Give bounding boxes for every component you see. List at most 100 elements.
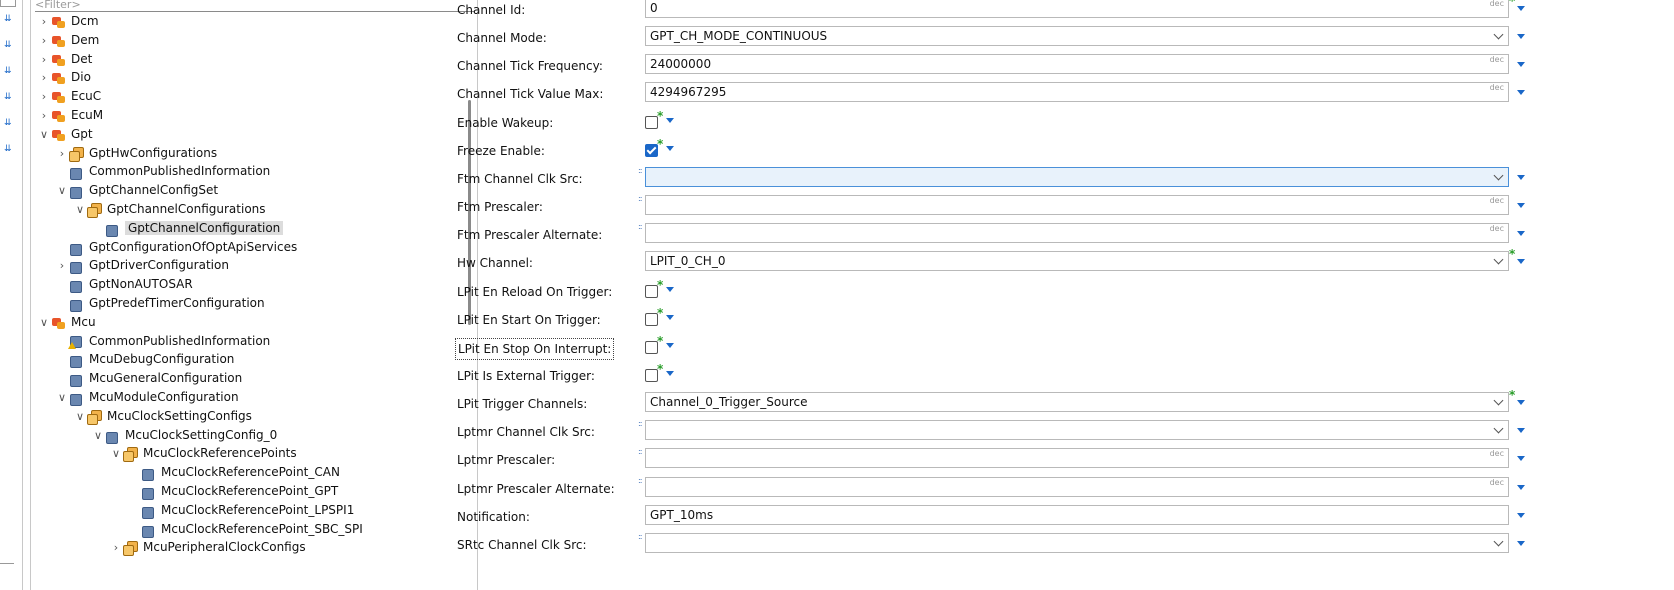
tree-node[interactable]: › EcuC — [37, 87, 101, 106]
tree-node[interactable]: › Det — [37, 50, 92, 69]
select-field[interactable] — [645, 532, 1509, 553]
container-icon — [105, 429, 120, 444]
expand-icon[interactable]: ⇊ — [4, 118, 14, 128]
options-dropdown-icon[interactable] — [1517, 174, 1525, 180]
chevron-down-icon[interactable] — [1493, 395, 1504, 406]
options-dropdown-icon[interactable] — [1517, 540, 1525, 546]
tree-node[interactable]: ∨ Gpt — [37, 125, 93, 144]
options-dropdown-icon[interactable] — [1517, 203, 1525, 209]
tree-node[interactable]: ∨ McuClockReferencePoints — [109, 444, 297, 463]
text-field[interactable]: 0 dec — [645, 0, 1509, 18]
expand-chevron-icon[interactable]: › — [109, 538, 123, 557]
expand-chevron-icon[interactable]: › — [37, 68, 51, 87]
select-field[interactable] — [645, 420, 1509, 441]
tree-node[interactable]: McuClockReferencePoint_SBC_SPI — [127, 520, 363, 539]
unit-label: dec — [1489, 83, 1504, 93]
options-dropdown-icon[interactable] — [1517, 400, 1525, 406]
options-dropdown-icon[interactable] — [1517, 512, 1525, 518]
options-dropdown-icon[interactable] — [666, 117, 674, 123]
form-row: Channel Tick Value Max: 4294967295 dec — [455, 82, 1674, 112]
collapse-chevron-icon[interactable]: ∨ — [37, 313, 51, 332]
tree-node[interactable]: CommonPublishedInformation — [55, 332, 270, 351]
tree-node-label: GptNonAUTOSAR — [89, 277, 193, 292]
collapse-chevron-icon[interactable]: ∨ — [73, 407, 87, 426]
tree-node[interactable]: GptPredefTimerConfiguration — [55, 294, 265, 313]
tree-node[interactable]: › EcuM — [37, 106, 103, 125]
tree-node[interactable]: ∨ McuClockSettingConfigs — [73, 407, 252, 426]
expand-chevron-icon[interactable]: › — [37, 87, 51, 106]
options-dropdown-icon[interactable] — [1517, 484, 1525, 490]
tree-filter-input[interactable]: <Filter> — [35, 0, 475, 12]
chevron-down-icon[interactable] — [1493, 423, 1504, 434]
tree-node[interactable]: GptNonAUTOSAR — [55, 275, 193, 294]
options-dropdown-icon[interactable] — [1517, 456, 1525, 462]
select-field[interactable] — [645, 166, 1509, 187]
chevron-down-icon[interactable] — [1493, 170, 1504, 181]
tree-node[interactable]: McuGeneralConfiguration — [55, 369, 242, 388]
expand-chevron-icon[interactable]: › — [37, 106, 51, 125]
options-dropdown-icon[interactable] — [1517, 62, 1525, 68]
tree-node[interactable]: McuDebugConfiguration — [55, 350, 234, 369]
form-row: Enable Wakeup: * — [455, 109, 1674, 141]
expand-chevron-icon[interactable]: › — [37, 31, 51, 50]
tree-node[interactable]: GptChannelConfiguration — [91, 219, 284, 238]
tree-node[interactable]: › Dem — [37, 31, 99, 50]
text-field[interactable]: 24000000 dec — [645, 54, 1509, 75]
tree-node[interactable]: › Dcm — [37, 12, 99, 31]
expand-chevron-icon[interactable]: › — [55, 144, 69, 163]
options-dropdown-icon[interactable] — [1517, 259, 1525, 265]
chevron-down-icon[interactable] — [1493, 536, 1504, 547]
tree-node[interactable]: ∨ GptChannelConfigSet — [55, 181, 218, 200]
tree-node[interactable]: McuClockReferencePoint_GPT — [127, 482, 338, 501]
expand-icon[interactable]: ⇊ — [4, 92, 14, 102]
expand-icon[interactable]: ⇊ — [4, 14, 14, 24]
text-field[interactable]: GPT_10ms — [645, 504, 1509, 525]
select-field[interactable]: Channel_0_Trigger_Source — [645, 392, 1509, 413]
options-dropdown-icon[interactable] — [1517, 428, 1525, 434]
text-field[interactable]: dec — [645, 476, 1509, 497]
options-dropdown-icon[interactable] — [1517, 231, 1525, 237]
options-dropdown-icon[interactable] — [1517, 90, 1525, 96]
chevron-down-icon[interactable] — [1493, 29, 1504, 40]
options-dropdown-icon[interactable] — [1517, 34, 1525, 40]
collapse-chevron-icon[interactable]: ∨ — [91, 426, 105, 445]
tree-node[interactable]: › McuPeripheralClockConfigs — [109, 538, 306, 557]
tree-node[interactable]: McuClockReferencePoint_CAN — [127, 463, 340, 482]
tree-node[interactable]: ∨ GptChannelConfigurations — [73, 200, 266, 219]
left-strip-frame — [0, 0, 16, 7]
collapse-chevron-icon[interactable]: ∨ — [73, 200, 87, 219]
text-field[interactable]: dec — [645, 195, 1509, 216]
collapse-chevron-icon[interactable]: ∨ — [55, 388, 69, 407]
tree-node[interactable]: ∨ McuModuleConfiguration — [55, 388, 239, 407]
text-field[interactable]: dec — [645, 448, 1509, 469]
tree-node[interactable]: › Dio — [37, 68, 91, 87]
chevron-down-icon[interactable] — [1493, 254, 1504, 265]
tree-node[interactable]: › GptHwConfigurations — [55, 144, 217, 163]
tree-node[interactable]: CommonPublishedInformation — [55, 162, 270, 181]
options-dropdown-icon[interactable] — [666, 370, 674, 376]
expand-icon[interactable]: ⇊ — [4, 144, 14, 154]
collapse-chevron-icon[interactable]: ∨ — [37, 125, 51, 144]
module-icon — [51, 15, 66, 29]
text-field[interactable]: dec — [645, 223, 1509, 244]
options-dropdown-icon[interactable] — [666, 286, 674, 292]
tree-node[interactable]: GptConfigurationOfOptApiServices — [55, 238, 297, 257]
tree-node[interactable]: McuClockReferencePoint_LPSPI1 — [127, 501, 354, 520]
expand-chevron-icon[interactable]: › — [55, 256, 69, 275]
select-field[interactable]: LPIT_0_CH_0 — [645, 251, 1509, 272]
options-dropdown-icon[interactable] — [666, 145, 674, 151]
expand-chevron-icon[interactable]: › — [37, 50, 51, 69]
text-field[interactable]: 4294967295 dec — [645, 82, 1509, 103]
options-dropdown-icon[interactable] — [1517, 6, 1525, 11]
collapse-chevron-icon[interactable]: ∨ — [55, 181, 69, 200]
select-field[interactable]: GPT_CH_MODE_CONTINUOUS — [645, 26, 1509, 47]
expand-icon[interactable]: ⇊ — [4, 40, 14, 50]
tree-node[interactable]: ∨ Mcu — [37, 313, 96, 332]
tree-node[interactable]: › GptDriverConfiguration — [55, 256, 229, 275]
expand-chevron-icon[interactable]: › — [37, 12, 51, 31]
tree-node[interactable]: ∨ McuClockSettingConfig_0 — [91, 426, 277, 445]
options-dropdown-icon[interactable] — [666, 314, 674, 320]
expand-icon[interactable]: ⇊ — [4, 66, 14, 76]
collapse-chevron-icon[interactable]: ∨ — [109, 444, 123, 463]
options-dropdown-icon[interactable] — [666, 342, 674, 348]
